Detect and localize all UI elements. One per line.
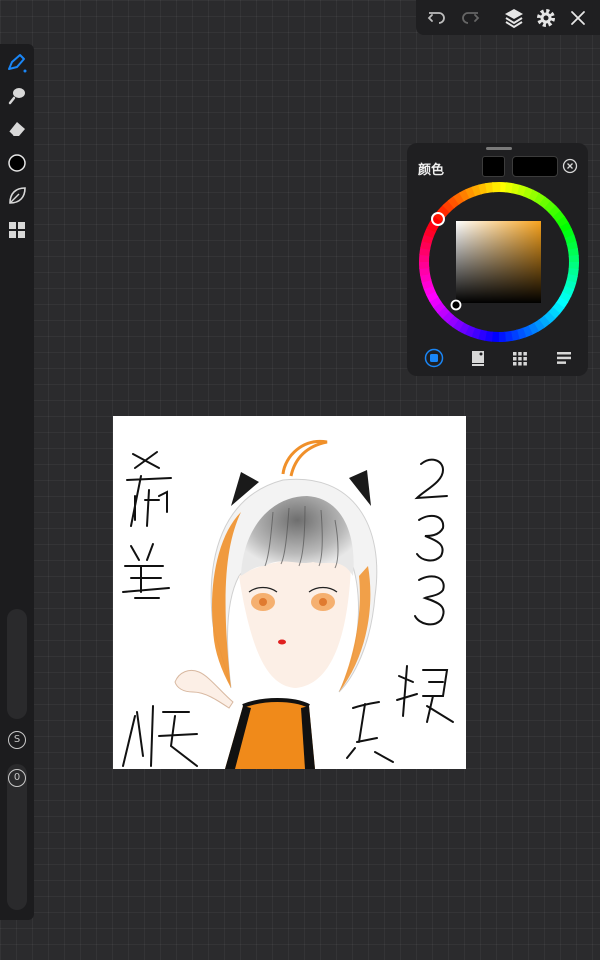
close-circle-icon[interactable] (562, 158, 578, 174)
color-panel: 颜色 (407, 143, 588, 376)
side-toolbar: S 0 (0, 44, 34, 920)
waving-hand (174, 669, 234, 709)
size-modifier-button[interactable]: S (8, 731, 26, 749)
disc-tab-icon[interactable] (424, 348, 444, 368)
classic-tab-icon[interactable] (468, 348, 488, 368)
color-disc[interactable] (416, 179, 582, 345)
face (239, 559, 351, 688)
opacity-modifier-button[interactable]: 0 (8, 769, 26, 787)
eraser-icon[interactable] (6, 118, 28, 140)
smudge-icon[interactable] (6, 85, 28, 107)
drawing-canvas[interactable] (113, 416, 466, 769)
brush-size-slider[interactable] (7, 609, 27, 719)
redo-icon[interactable] (458, 6, 482, 30)
primary-color-swatch[interactable] (482, 156, 505, 177)
leaf-icon[interactable] (6, 185, 28, 207)
color-handle[interactable] (450, 299, 462, 311)
ahoge (281, 439, 328, 477)
gear-icon[interactable] (534, 6, 558, 30)
panel-title: 颜色 (418, 163, 445, 178)
secondary-color-swatch[interactable] (512, 156, 558, 177)
value-tab-icon[interactable] (554, 348, 574, 368)
close-icon[interactable] (566, 6, 590, 30)
mouth (278, 639, 286, 645)
grid-layout-icon[interactable] (6, 219, 28, 241)
top-toolbar (416, 0, 600, 35)
color-swatch-icon[interactable] (6, 152, 28, 174)
layers-icon[interactable] (502, 6, 526, 30)
palettes-tab-icon[interactable] (510, 348, 530, 368)
undo-icon[interactable] (425, 6, 449, 30)
panel-grabber[interactable] (486, 147, 512, 150)
brush-icon[interactable] (6, 52, 28, 74)
